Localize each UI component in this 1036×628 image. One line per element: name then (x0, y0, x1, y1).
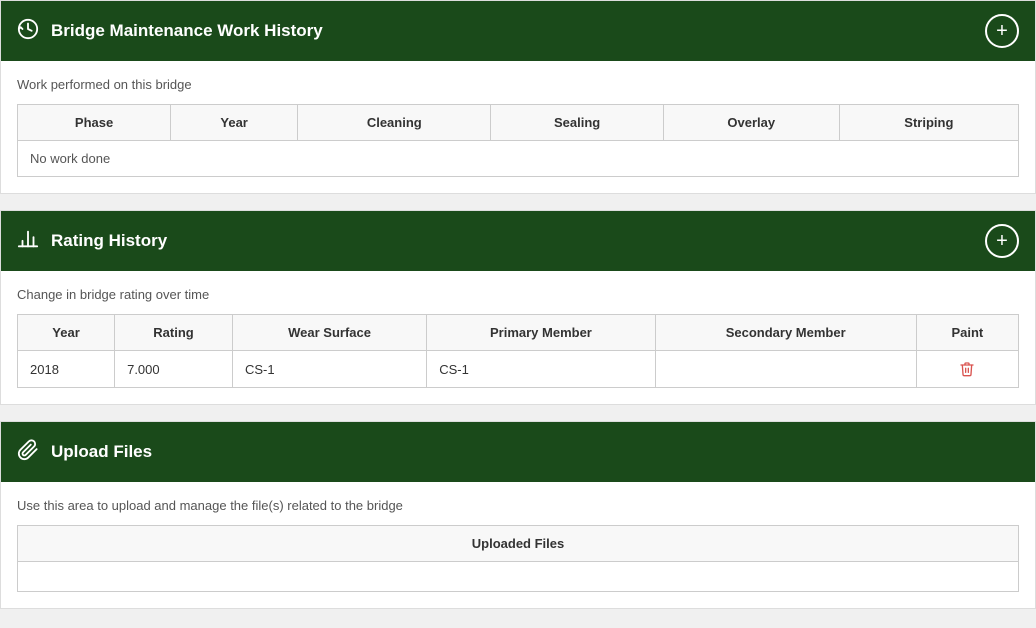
paperclip-icon (17, 439, 39, 466)
col-year: Year (171, 105, 298, 141)
row-wear-surface: CS-1 (232, 351, 426, 388)
work-history-title: Bridge Maintenance Work History (51, 21, 323, 41)
rating-history-panel: Rating History + Change in bridge rating… (0, 210, 1036, 405)
col-cleaning: Cleaning (298, 105, 491, 141)
work-history-add-button[interactable]: + (985, 14, 1019, 48)
upload-files-header: Upload Files (1, 422, 1035, 482)
rating-history-row: 2018 7.000 CS-1 CS-1 (18, 351, 1019, 388)
upload-table-empty-row (18, 562, 1019, 592)
work-history-header-row: Phase Year Cleaning Sealing Overlay Stri… (18, 105, 1019, 141)
row-rating: 7.000 (115, 351, 233, 388)
upload-files-table: Uploaded Files (17, 525, 1019, 592)
upload-table-empty-cell (18, 562, 1019, 592)
row-year: 2018 (18, 351, 115, 388)
rating-history-body: Change in bridge rating over time Year R… (1, 271, 1035, 404)
upload-files-description: Use this area to upload and manage the f… (17, 498, 1019, 513)
work-history-table: Phase Year Cleaning Sealing Overlay Stri… (17, 104, 1019, 177)
upload-files-header-left: Upload Files (17, 439, 152, 466)
work-history-empty-row: No work done (18, 141, 1019, 177)
work-history-description: Work performed on this bridge (17, 77, 1019, 92)
page-wrapper: Bridge Maintenance Work History + Work p… (0, 0, 1036, 628)
col-primary-member: Primary Member (427, 315, 656, 351)
row-secondary-member (655, 351, 916, 388)
upload-files-title: Upload Files (51, 442, 152, 462)
rating-history-header-left: Rating History (17, 228, 167, 255)
col-paint: Paint (916, 315, 1018, 351)
work-history-body: Work performed on this bridge Phase Year… (1, 61, 1035, 193)
work-history-header-left: Bridge Maintenance Work History (17, 18, 323, 45)
delete-row-icon[interactable] (929, 361, 1006, 377)
col-uploaded-files: Uploaded Files (18, 526, 1019, 562)
col-striping: Striping (839, 105, 1018, 141)
col-wear-surface: Wear Surface (232, 315, 426, 351)
rating-history-header-row: Year Rating Wear Surface Primary Member … (18, 315, 1019, 351)
row-primary-member: CS-1 (427, 351, 656, 388)
work-history-panel: Bridge Maintenance Work History + Work p… (0, 0, 1036, 194)
col-secondary-member: Secondary Member (655, 315, 916, 351)
rating-history-add-button[interactable]: + (985, 224, 1019, 258)
work-history-header: Bridge Maintenance Work History + (1, 1, 1035, 61)
rating-history-title: Rating History (51, 231, 167, 251)
col-rating: Rating (115, 315, 233, 351)
work-history-empty-message: No work done (18, 141, 1019, 177)
upload-files-body: Use this area to upload and manage the f… (1, 482, 1035, 608)
upload-files-panel: Upload Files Use this area to upload and… (0, 421, 1036, 609)
rating-history-description: Change in bridge rating over time (17, 287, 1019, 302)
rating-history-header: Rating History + (1, 211, 1035, 271)
row-paint (916, 351, 1018, 388)
col-phase: Phase (18, 105, 171, 141)
col-overlay: Overlay (663, 105, 839, 141)
history-icon (17, 18, 39, 45)
chart-icon (17, 228, 39, 255)
upload-table-header-row: Uploaded Files (18, 526, 1019, 562)
col-rating-year: Year (18, 315, 115, 351)
col-sealing: Sealing (491, 105, 663, 141)
rating-history-table: Year Rating Wear Surface Primary Member … (17, 314, 1019, 388)
